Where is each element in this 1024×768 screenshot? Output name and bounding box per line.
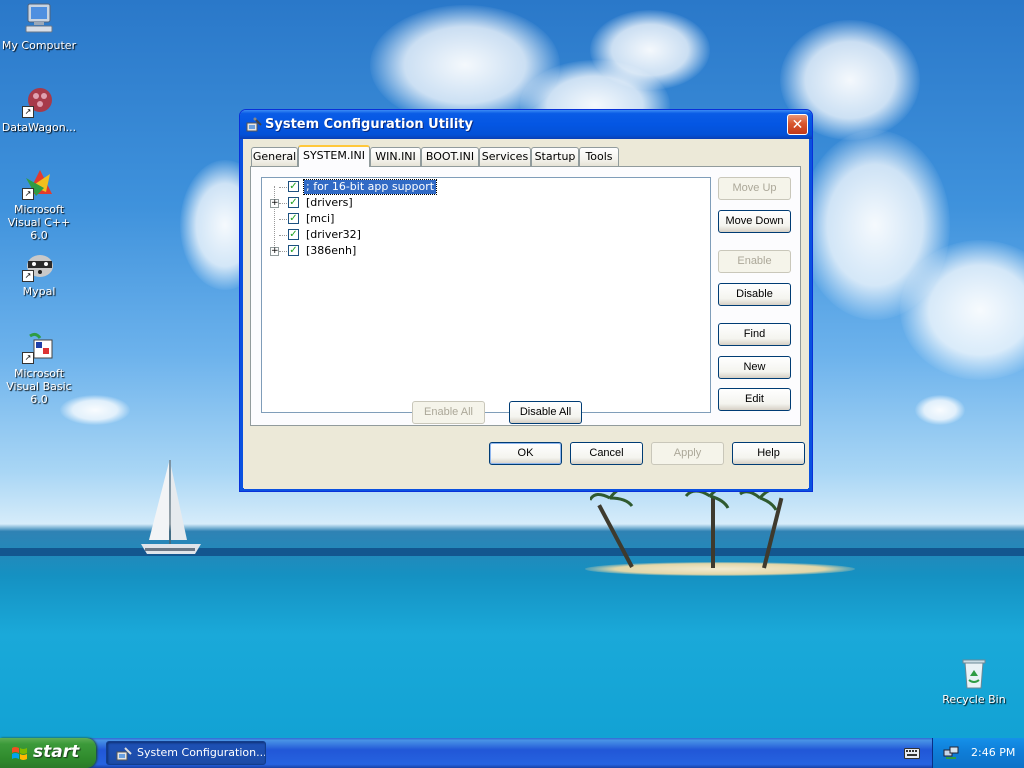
clock[interactable]: 2:46 PM: [971, 746, 1015, 759]
tree-connector-line: [279, 251, 287, 252]
msconfig-app-icon: [116, 747, 132, 761]
start-button[interactable]: start: [0, 738, 96, 768]
tree-item[interactable]: ✓ [driver32]: [262, 227, 702, 243]
tab-startup[interactable]: Startup: [531, 147, 579, 166]
shortcut-arrow-icon: ↗: [22, 106, 34, 118]
desktop-icon-label: My Computer: [1, 39, 77, 52]
tree-connector-line: [279, 235, 287, 236]
desktop-icon-label: Microsoft Visual Basic 6.0: [6, 367, 72, 406]
cancel-button[interactable]: Cancel: [570, 442, 643, 465]
tree-item-label: [mci]: [306, 212, 335, 225]
tree-connector-line: [279, 187, 287, 188]
system-ini-tree[interactable]: ✓ ; for 16-bit app support + ✓ [drivers]…: [261, 177, 711, 413]
ok-button[interactable]: OK: [489, 442, 562, 465]
window-titlebar[interactable]: System Configuration Utility ✕: [240, 110, 812, 139]
close-icon: ✕: [791, 117, 804, 133]
start-label: start: [33, 742, 80, 762]
system-tray: 2:46 PM: [932, 738, 1024, 768]
tree-item-label: ; for 16-bit app support: [302, 179, 438, 195]
datawagon-icon: ↗: [22, 84, 56, 118]
windows-logo-icon: [12, 747, 27, 760]
tab-services[interactable]: Services: [479, 147, 531, 166]
tree-item[interactable]: ✓ [mci]: [262, 211, 702, 227]
shortcut-arrow-icon: ↗: [22, 188, 34, 200]
desktop-icon-label: Recycle Bin: [942, 693, 1006, 706]
tree-connector-line: [279, 203, 287, 204]
visual-cpp-icon: ↗: [22, 166, 56, 200]
msconfig-app-icon: [246, 117, 262, 133]
mypal-raccoon-icon: ↗: [22, 248, 56, 282]
tree-item[interactable]: ✓ ; for 16-bit app support: [262, 179, 702, 195]
desktop-icon-label: DataWagon...: [1, 121, 77, 134]
desktop-icon-my-computer[interactable]: My Computer: [0, 2, 79, 52]
tree-expand-plus-icon[interactable]: +: [270, 199, 279, 208]
taskbar-button-system-configuration[interactable]: System Configuration...: [106, 741, 266, 765]
tree-item-checkbox[interactable]: ✓: [288, 213, 299, 224]
sailboat-image: [141, 460, 201, 554]
tab-tools[interactable]: Tools: [579, 147, 619, 166]
apply-button[interactable]: Apply: [651, 442, 724, 465]
keyboard-language-icon[interactable]: [904, 746, 920, 760]
edit-button[interactable]: Edit: [718, 388, 791, 411]
tree-item[interactable]: + ✓ [drivers]: [262, 195, 702, 211]
computer-icon: [22, 2, 56, 36]
tree-item-checkbox[interactable]: ✓: [288, 197, 299, 208]
tree-item-checkbox[interactable]: ✓: [288, 245, 299, 256]
taskbar-button-label: System Configuration...: [137, 746, 266, 759]
system-configuration-window: System Configuration Utility ✕ General S…: [239, 109, 813, 492]
disable-all-button[interactable]: Disable All: [509, 401, 582, 424]
system-ini-tab-panel: ✓ ; for 16-bit app support + ✓ [drivers]…: [250, 166, 801, 426]
taskbar: start System Configuration... 2:46 PM: [0, 738, 1024, 768]
tree-connector-line: [279, 219, 287, 220]
visual-basic-icon: ↗: [22, 330, 56, 364]
tab-system-ini[interactable]: SYSTEM.INI: [298, 145, 370, 167]
tab-boot-ini[interactable]: BOOT.INI: [421, 147, 479, 166]
find-button[interactable]: Find: [718, 323, 791, 346]
desktop-icon-label: Microsoft Visual C++ 6.0: [7, 203, 71, 242]
shortcut-arrow-icon: ↗: [22, 352, 34, 364]
move-down-button[interactable]: Move Down: [718, 210, 791, 233]
tree-item-label: [386enh]: [306, 244, 357, 257]
desktop-icon-label: Mypal: [22, 285, 56, 298]
tree-item-checkbox[interactable]: ✓: [288, 229, 299, 240]
tree-item-label: [drivers]: [306, 196, 353, 209]
window-client-area: General SYSTEM.INI WIN.INI BOOT.INI Serv…: [244, 139, 808, 489]
tab-general[interactable]: General: [251, 147, 298, 166]
desktop-icon-recycle-bin[interactable]: Recycle Bin: [934, 656, 1014, 706]
window-title: System Configuration Utility: [265, 117, 473, 132]
tree-item[interactable]: + ✓ [386enh]: [262, 243, 702, 259]
cloud: [590, 10, 710, 90]
desktop-icon-visual-basic[interactable]: ↗ Microsoft Visual Basic 6.0: [0, 330, 79, 406]
enable-all-button[interactable]: Enable All: [412, 401, 485, 424]
tree-item-checkbox[interactable]: ✓: [288, 181, 299, 192]
network-icon[interactable]: [943, 746, 959, 760]
desktop-icon-mypal[interactable]: ↗ Mypal: [0, 248, 79, 298]
cloud: [915, 395, 965, 425]
shortcut-arrow-icon: ↗: [22, 270, 34, 282]
tree-expand-plus-icon[interactable]: +: [270, 247, 279, 256]
tab-win-ini[interactable]: WIN.INI: [370, 147, 421, 166]
move-up-button[interactable]: Move Up: [718, 177, 791, 200]
enable-button[interactable]: Enable: [718, 250, 791, 273]
desktop-icon-visual-cpp[interactable]: ↗ Microsoft Visual C++ 6.0: [0, 166, 79, 242]
island-image: [585, 562, 855, 576]
disable-button[interactable]: Disable: [718, 283, 791, 306]
recycle-bin-icon: [957, 656, 991, 690]
desktop-icon-datawagon[interactable]: ↗ DataWagon...: [0, 84, 79, 134]
tree-item-label: [driver32]: [306, 228, 361, 241]
new-button[interactable]: New: [718, 356, 791, 379]
close-button[interactable]: ✕: [787, 114, 808, 135]
help-button[interactable]: Help: [732, 442, 805, 465]
